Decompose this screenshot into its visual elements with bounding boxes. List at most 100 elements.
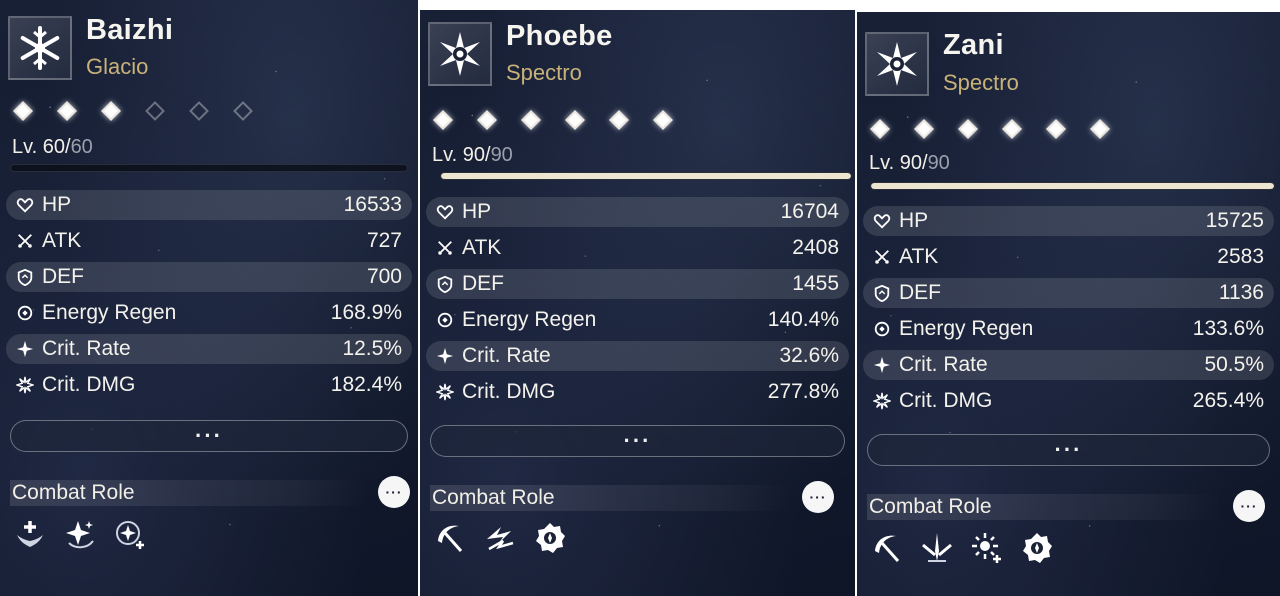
combat-role-header: Combat Role [430, 485, 845, 511]
crit-rate-icon [14, 338, 36, 360]
combat-role-more-button[interactable]: ··· [1233, 490, 1265, 522]
level-progress-bar [440, 172, 852, 180]
combat-role-icons [432, 520, 568, 556]
level-current: Lv. 60/ [12, 136, 71, 158]
more-stats-button[interactable]: ··· [430, 425, 845, 457]
stat-value: 2583 [1217, 245, 1264, 268]
stat-label: ATK [899, 245, 939, 268]
character-name: Zani [943, 29, 1004, 61]
character-name: Phoebe [506, 20, 613, 52]
atk-swords-icon [14, 230, 36, 252]
combat-role-title: Combat Role [867, 494, 1223, 520]
level-progress-bar [870, 182, 1275, 190]
resonance-chain [432, 109, 674, 131]
hp-heart-icon [14, 194, 36, 216]
healing-wings-icon[interactable] [12, 516, 48, 552]
character-card: Baizhi Glacio Lv. 60/60 HP 16533 ATK 727 DEF 700… [0, 0, 418, 596]
resonance-node-icon [188, 100, 210, 122]
level-progress-fill [871, 183, 1274, 189]
stat-value: 2408 [792, 236, 839, 259]
sparkle-buff-icon[interactable] [62, 516, 98, 552]
stat-value: 182.4% [330, 373, 402, 396]
snowflake-icon [8, 16, 72, 80]
stat-row-crit-rate: Crit. Rate 50.5% [863, 350, 1274, 380]
stat-value: 133.6% [1192, 317, 1264, 340]
level-current: Lv. 90/ [432, 144, 491, 166]
blade-burst-icon[interactable] [919, 530, 955, 566]
resonance-node-icon [100, 100, 122, 122]
stats-list: HP 15725 ATK 2583 DEF 1136 Energy Regen 133.6% C… [863, 206, 1274, 422]
stat-row-hp: HP 15725 [863, 206, 1274, 236]
gear-emblem-icon[interactable] [1019, 530, 1055, 566]
stat-row-atk: ATK 727 [6, 226, 412, 256]
character-element: Spectro [506, 60, 582, 85]
stat-label: Crit. DMG [899, 389, 993, 412]
resonance-node-icon [56, 100, 78, 122]
stats-list: HP 16533 ATK 727 DEF 700 Energy Regen 168.9% Cri… [6, 190, 412, 406]
stat-label: ATK [462, 236, 502, 259]
stat-value: 32.6% [779, 344, 839, 367]
stat-value: 16533 [343, 193, 402, 216]
combat-role-header: Combat Role [867, 494, 1270, 520]
def-shield-icon [871, 282, 893, 304]
resonance-chain [869, 118, 1111, 140]
energy-regen-icon [14, 302, 36, 324]
resonance-node-icon [913, 118, 935, 140]
combat-role-more-button[interactable]: ··· [378, 476, 410, 508]
stats-list: HP 16704 ATK 2408 DEF 1455 Energy Regen 140.4% C… [426, 197, 849, 413]
slash-arc-icon[interactable] [869, 530, 905, 566]
stat-label: Crit. DMG [42, 373, 136, 396]
combat-role-title: Combat Role [10, 480, 368, 506]
resonance-node-icon [144, 100, 166, 122]
crit-dmg-icon [871, 390, 893, 412]
stat-label: HP [899, 209, 929, 232]
star-bonus-icon[interactable] [112, 516, 148, 552]
stat-label: Energy Regen [462, 308, 597, 331]
stat-value: 1136 [1218, 281, 1264, 304]
slash-arc-icon[interactable] [432, 520, 468, 556]
gear-emblem-icon[interactable] [532, 520, 568, 556]
resonance-node-icon [12, 100, 34, 122]
combat-role-header: Combat Role [10, 480, 408, 506]
character-card: Phoebe Spectro Lv. 90/90 HP 16704 ATK 2408 DEF 1… [420, 10, 855, 596]
resonance-node-icon [1045, 118, 1067, 140]
stat-row-crit-dmg: Crit. DMG 182.4% [6, 370, 412, 400]
crit-rate-icon [871, 354, 893, 376]
stat-value: 16704 [780, 200, 839, 223]
resonance-node-icon [476, 109, 498, 131]
level-progress-fill [441, 173, 851, 179]
character-element: Spectro [943, 70, 1019, 95]
sun-plus-icon[interactable] [969, 530, 1005, 566]
stat-value: 265.4% [1192, 389, 1264, 412]
stat-row-crit-rate: Crit. Rate 12.5% [6, 334, 412, 364]
stat-label: DEF [899, 281, 941, 304]
stat-row-def: DEF 1136 [863, 278, 1274, 308]
stat-value: 727 [366, 229, 402, 252]
level-text: Lv. 60/60 [12, 136, 93, 159]
energy-regen-icon [434, 309, 456, 331]
stat-value: 12.5% [342, 337, 402, 360]
combat-role-more-button[interactable]: ··· [802, 481, 834, 513]
crit-rate-icon [434, 345, 456, 367]
more-stats-button[interactable]: ··· [867, 434, 1270, 466]
stat-label: DEF [462, 272, 504, 295]
resonance-node-icon [869, 118, 891, 140]
spectro-star-icon [428, 22, 492, 86]
stat-row-energy-regen: Energy Regen 140.4% [426, 305, 849, 335]
character-card: Zani Spectro Lv. 90/90 HP 15725 ATK 2583 DEF 113… [857, 12, 1280, 596]
stat-value: 140.4% [767, 308, 839, 331]
stat-row-energy-regen: Energy Regen 168.9% [6, 298, 412, 328]
combat-role-icons [12, 516, 148, 552]
lightning-strike-icon[interactable] [482, 520, 518, 556]
resonance-chain [12, 100, 254, 122]
def-shield-icon [434, 273, 456, 295]
stat-value: 15725 [1205, 209, 1264, 232]
stat-label: Crit. Rate [462, 344, 551, 367]
resonance-node-icon [564, 109, 586, 131]
more-stats-button[interactable]: ··· [10, 420, 408, 452]
stat-label: Energy Regen [899, 317, 1034, 340]
stat-row-def: DEF 700 [6, 262, 412, 292]
stat-value: 1455 [792, 272, 839, 295]
stat-value: 277.8% [767, 380, 839, 403]
atk-swords-icon [434, 237, 456, 259]
